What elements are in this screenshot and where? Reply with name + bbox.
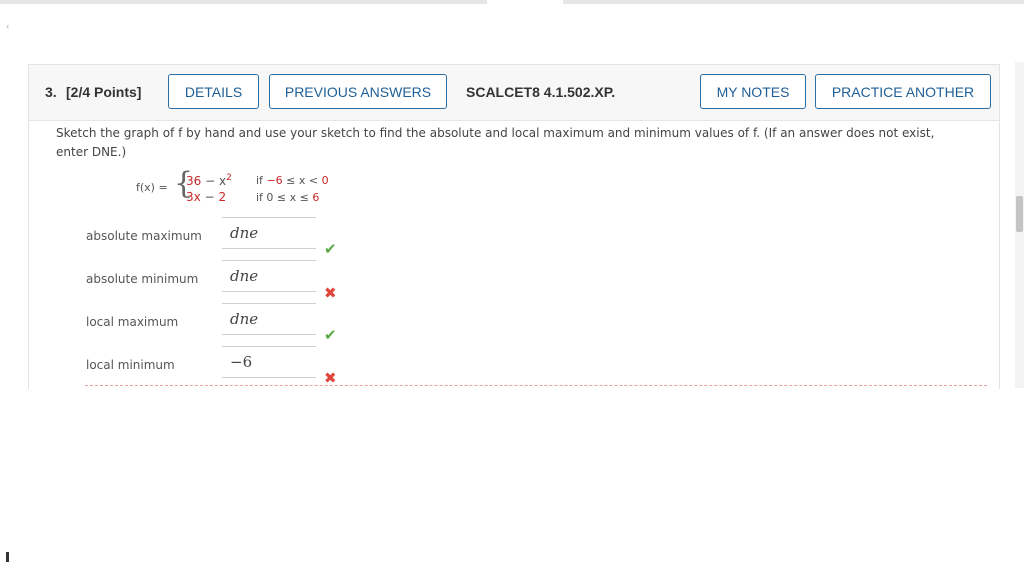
section-divider bbox=[85, 385, 987, 386]
piece1-cond-mid: ≤ x < bbox=[282, 174, 322, 187]
previous-answers-button[interactable]: PREVIOUS ANSWERS bbox=[269, 74, 447, 109]
piece1-expression: 36 − x2 bbox=[186, 173, 232, 188]
question-number: 3. bbox=[45, 84, 57, 100]
local-minimum-input[interactable]: −6 bbox=[222, 346, 316, 378]
chevron-left-icon[interactable]: ‹ bbox=[6, 22, 9, 31]
piece1-condition: if −6 ≤ x < 0 bbox=[256, 174, 329, 187]
absolute-maximum-input[interactable]: dne bbox=[222, 217, 316, 249]
local-maximum-label: local maximum bbox=[86, 315, 179, 329]
piece1-constant: 36 bbox=[186, 174, 202, 188]
question-points: [2/4 Points] bbox=[66, 84, 142, 100]
scroll-thumb[interactable] bbox=[1016, 196, 1023, 232]
piece2-condition: if 0 ≤ x ≤ 6 bbox=[256, 191, 319, 204]
piece1-cond-lower: −6 bbox=[266, 174, 283, 187]
check-icon: ✔ bbox=[324, 240, 337, 258]
my-notes-button[interactable]: MY NOTES bbox=[700, 74, 806, 109]
piece2-constant: 2 bbox=[218, 190, 227, 204]
local-maximum-input[interactable]: dne bbox=[222, 303, 316, 335]
local-minimum-label: local minimum bbox=[86, 358, 175, 372]
cross-icon: ✖ bbox=[324, 284, 337, 302]
question-code: SCALCET8 4.1.502.XP. bbox=[466, 84, 616, 100]
practice-another-button[interactable]: PRACTICE ANOTHER bbox=[815, 74, 991, 109]
piece1-cond-if: if bbox=[256, 174, 267, 187]
function-label: f(x) = bbox=[136, 181, 168, 194]
scrollbar[interactable] bbox=[1015, 62, 1024, 388]
top-bar-gap bbox=[487, 0, 563, 4]
check-icon: ✔ bbox=[324, 326, 337, 344]
piece1-term: − x bbox=[201, 174, 227, 188]
piece2-cond-range: if 0 ≤ x ≤ bbox=[256, 191, 313, 204]
cursor-mark bbox=[6, 552, 9, 562]
question-card: 3. [2/4 Points] DETAILS PREVIOUS ANSWERS… bbox=[28, 64, 1000, 389]
piece1-cond-upper: 0 bbox=[321, 174, 329, 187]
piece1-exponent: 2 bbox=[226, 173, 232, 183]
piece2-expression: 3x − 2 bbox=[186, 190, 226, 204]
piece2-cond-upper: 6 bbox=[312, 191, 320, 204]
piece2-coefficient: 3x bbox=[186, 190, 201, 204]
absolute-minimum-label: absolute minimum bbox=[86, 272, 199, 286]
piece2-minus: − bbox=[200, 190, 219, 204]
absolute-minimum-input[interactable]: dne bbox=[222, 260, 316, 292]
question-header: 3. [2/4 Points] DETAILS PREVIOUS ANSWERS… bbox=[29, 65, 999, 121]
absolute-maximum-label: absolute maximum bbox=[86, 229, 202, 243]
question-prompt: Sketch the graph of f by hand and use yo… bbox=[56, 126, 935, 159]
details-button[interactable]: DETAILS bbox=[168, 74, 259, 109]
